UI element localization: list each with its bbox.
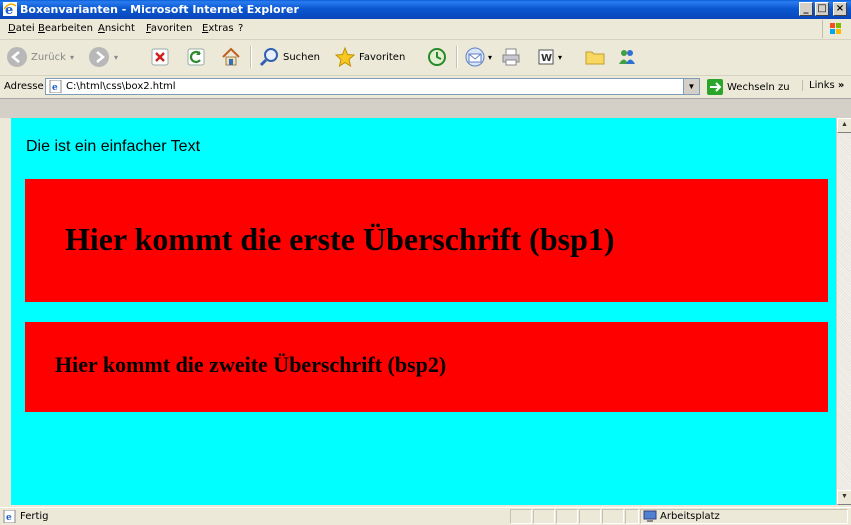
print-button[interactable]: [500, 45, 522, 69]
box-bsp2: Hier kommt die zweite Überschrift (bsp2): [25, 322, 828, 412]
status-text: Fertig: [20, 511, 49, 522]
home-button[interactable]: [220, 45, 242, 69]
windows-logo-icon: [822, 20, 847, 38]
svg-text:W: W: [541, 53, 552, 64]
zone-label: Arbeitsplatz: [660, 511, 720, 522]
status-cell: [533, 509, 555, 524]
heading-bsp1: Hier kommt die erste Überschrift (bsp1): [65, 221, 615, 257]
title-bar: e Boxenvarianten - Microsoft Internet Ex…: [0, 0, 851, 19]
forward-arrow-icon: [89, 47, 109, 67]
zone-cell: Arbeitsplatz: [640, 509, 848, 524]
messenger-icon: [619, 50, 635, 64]
address-input[interactable]: e C:\html\css\box2.html ▼: [45, 78, 700, 95]
close-button[interactable]: ×: [833, 2, 847, 16]
heading-bsp2: Hier kommt die zweite Überschrift (bsp2): [55, 352, 447, 377]
menu-help[interactable]: ?: [238, 23, 243, 34]
go-label: Wechseln zu: [727, 81, 790, 93]
history-button[interactable]: [426, 45, 448, 69]
maximize-button[interactable]: □: [815, 2, 829, 16]
back-arrow-icon: [7, 47, 27, 67]
stop-icon: [151, 48, 169, 66]
printer-icon: [502, 48, 520, 66]
status-cell: [625, 509, 639, 524]
refresh-button[interactable]: [186, 45, 206, 69]
toolbar-separator: [250, 46, 252, 68]
chevron-right-icon: »: [837, 80, 845, 91]
mail-icon: [465, 47, 485, 67]
browser-window: e Boxenvarianten - Microsoft Internet Ex…: [0, 0, 851, 525]
scroll-up-icon[interactable]: ▲: [837, 118, 851, 133]
favorites-button[interactable]: Favoriten: [334, 45, 405, 69]
edit-dropdown-icon[interactable]: ▾: [558, 53, 562, 62]
address-dropdown-icon[interactable]: ▼: [683, 79, 699, 94]
search-label: Suchen: [283, 51, 321, 63]
back-dropdown-icon[interactable]: ▾: [70, 53, 74, 62]
folder-button[interactable]: [584, 45, 606, 69]
status-cell: [510, 509, 532, 524]
box-bsp1: Hier kommt die erste Überschrift (bsp1): [25, 179, 828, 302]
menu-extras[interactable]: Extras: [202, 23, 234, 34]
mail-dropdown-icon[interactable]: ▾: [488, 53, 492, 62]
search-icon: [259, 48, 278, 67]
menu-datei[interactable]: Datei: [8, 23, 35, 34]
computer-icon: [643, 510, 657, 522]
edit-button[interactable]: W ▾: [536, 45, 562, 69]
window-title: Boxenvarianten - Microsoft Internet Expl…: [20, 3, 299, 16]
history-icon: [428, 48, 446, 66]
menu-bearbeiten[interactable]: Bearbeiten: [38, 23, 93, 34]
go-arrow-icon: [707, 79, 723, 95]
forward-dropdown-icon[interactable]: ▾: [114, 53, 118, 62]
address-bar: Adresse e C:\html\css\box2.html ▼ Wechse…: [0, 76, 851, 99]
refresh-icon: [187, 48, 205, 66]
status-cell: [579, 509, 601, 524]
vertical-scrollbar[interactable]: ▲ ▼: [836, 118, 851, 505]
home-icon: [222, 47, 240, 66]
menu-ansicht[interactable]: Ansicht: [98, 23, 135, 34]
minimize-button[interactable]: _: [799, 2, 813, 16]
search-button[interactable]: Suchen: [258, 45, 320, 69]
messenger-button[interactable]: [616, 45, 638, 69]
svg-text:e: e: [52, 83, 58, 93]
viewport-border: [0, 118, 11, 505]
back-button[interactable]: Zurück ▾: [6, 45, 74, 69]
page-done-icon: e: [3, 510, 16, 523]
stop-button[interactable]: [150, 45, 170, 69]
folder-icon: [585, 51, 605, 65]
back-label: Zurück: [31, 51, 66, 63]
forward-button[interactable]: ▾: [88, 45, 118, 69]
menu-bar: Datei Bearbeiten Ansicht Favoriten Extra…: [0, 19, 851, 40]
toolbar-separator: [456, 46, 458, 68]
mail-button[interactable]: ▾: [464, 45, 492, 69]
page-content: Die ist ein einfacher Text Hier kommt di…: [11, 118, 836, 505]
address-label: Adresse: [4, 81, 44, 92]
go-button[interactable]: Wechseln zu: [707, 78, 790, 96]
status-cell: [602, 509, 624, 524]
svg-text:e: e: [6, 513, 12, 523]
status-cell: [556, 509, 578, 524]
status-bar: e Fertig Arbeitsplatz: [0, 507, 851, 525]
ie-icon: e: [3, 2, 17, 16]
star-icon: [334, 46, 356, 68]
menu-favoriten[interactable]: Favoriten: [146, 23, 192, 34]
scroll-down-icon[interactable]: ▼: [837, 490, 851, 505]
toolbar: Zurück ▾ ▾ Suchen Favoriten ▾ W ▾: [0, 40, 851, 76]
links-button[interactable]: Links »: [802, 80, 844, 91]
word-icon: W: [538, 49, 554, 65]
intro-text: Die ist ein einfacher Text: [26, 138, 201, 155]
page-icon: e: [49, 80, 62, 93]
address-url: C:\html\css\box2.html: [66, 81, 176, 92]
favorites-label: Favoriten: [359, 51, 406, 63]
links-label: Links: [809, 80, 835, 91]
